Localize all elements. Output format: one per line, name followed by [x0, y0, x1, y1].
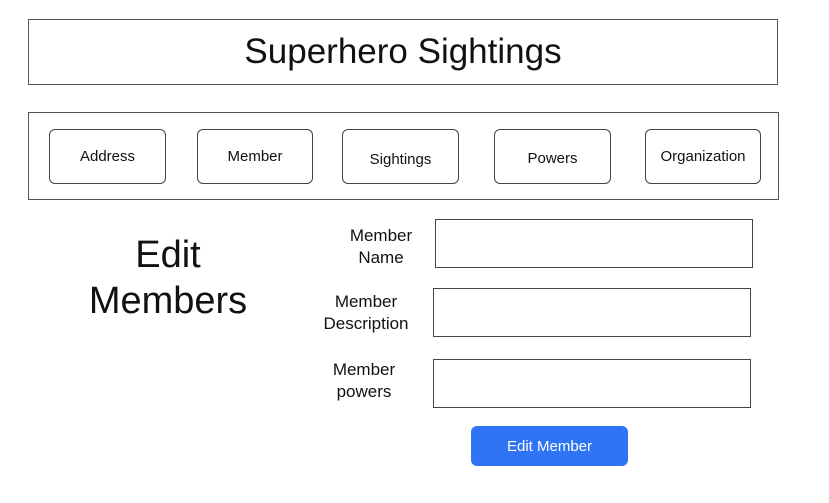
- page-heading-line2: Members: [88, 280, 248, 322]
- app-title: Superhero Sightings: [244, 32, 562, 71]
- member-powers-label: Member powers: [318, 359, 410, 403]
- nav-address-button[interactable]: Address: [49, 129, 166, 184]
- edit-member-button[interactable]: Edit Member: [471, 426, 628, 466]
- member-description-label-line1: Member: [334, 292, 398, 311]
- nav-member-button[interactable]: Member: [197, 129, 313, 184]
- nav-bar: Address Member Sightings Powers Organiza…: [28, 112, 779, 200]
- nav-sightings-button[interactable]: Sightings: [342, 129, 459, 184]
- page-heading-line1: Edit: [135, 234, 201, 276]
- page-heading: Edit Members: [68, 232, 268, 324]
- nav-organization-button[interactable]: Organization: [645, 129, 761, 184]
- nav-powers-button[interactable]: Powers: [494, 129, 611, 184]
- member-description-label-line2: Description: [323, 314, 409, 333]
- member-powers-label-line1: Member: [332, 360, 396, 379]
- member-name-label: Member Name: [335, 225, 427, 269]
- page-header: Superhero Sightings: [28, 19, 778, 85]
- member-name-label-line1: Member: [349, 226, 413, 245]
- member-description-input[interactable]: [433, 288, 751, 337]
- member-powers-input[interactable]: [433, 359, 751, 408]
- member-name-label-line2: Name: [358, 248, 404, 267]
- member-powers-label-line2: powers: [336, 382, 392, 401]
- member-name-input[interactable]: [435, 219, 753, 268]
- member-description-label: Member Description: [312, 291, 420, 335]
